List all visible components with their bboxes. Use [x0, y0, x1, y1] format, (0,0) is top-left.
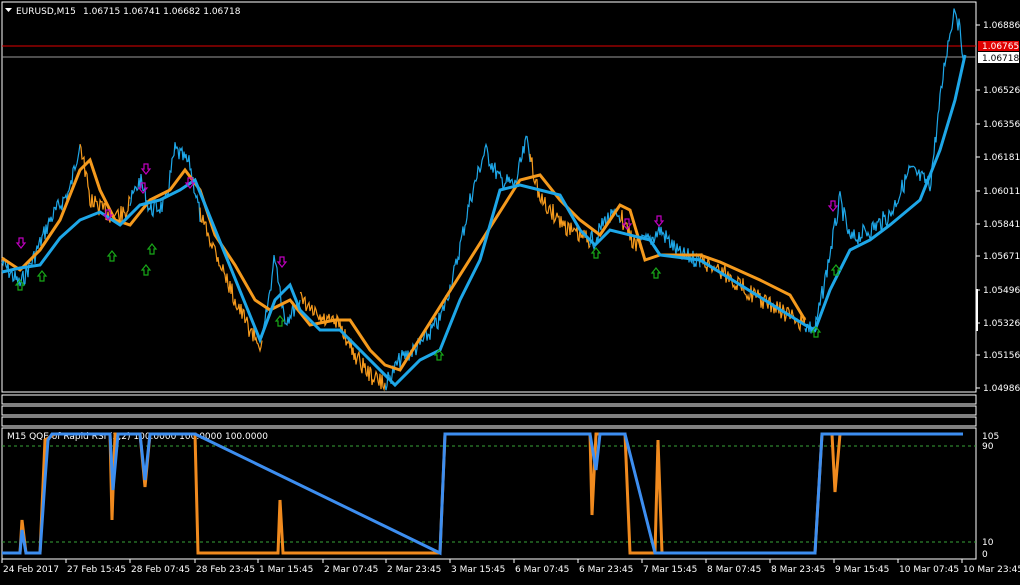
symbol-label: EURUSD,M15: [16, 7, 76, 17]
time-axis-label: 28 Feb 23:45: [196, 565, 255, 575]
price-axis: 1.06886 1.06526 1.06356 1.06181 1.06011 1.058…: [976, 21, 1020, 394]
scroll-marker[interactable]: [976, 289, 978, 331]
empty-subwindow-2: [1, 405, 977, 416]
price-axis-label: 1.05496: [983, 286, 1020, 296]
sell-arrow-icon: [276, 256, 288, 268]
sell-arrow-icon: [827, 200, 839, 212]
time-axis-label: 7 Mar 15:45: [643, 565, 697, 575]
price-axis-label: 1.05841: [983, 220, 1020, 230]
indicator-level-label: 10: [982, 538, 994, 548]
red-price-label: 1.06765: [982, 42, 1019, 52]
sell-arrow-icon: [653, 215, 665, 227]
buy-arrow-icon: [140, 264, 152, 276]
price-axis-label: 1.04986: [983, 384, 1020, 394]
time-axis-label: 3 Mar 15:45: [451, 565, 505, 575]
smoothed-line-orange: [1, 157, 807, 372]
qqe-line-blue: [2, 432, 963, 556]
price-series-bull: [1, 8, 964, 391]
time-axis-label: 2 Mar 23:45: [387, 565, 441, 575]
time-axis-label: 1 Mar 15:45: [259, 565, 313, 575]
price-axis-label: 1.06526: [983, 86, 1020, 96]
sell-arrow-icon: [15, 237, 27, 249]
time-axis: 24 Feb 2017 27 Feb 15:45 28 Feb 07:45 28 Fe…: [1, 559, 1020, 575]
time-axis-label: 2 Mar 07:45: [324, 565, 378, 575]
time-axis-label: 8 Mar 23:45: [771, 565, 825, 575]
buy-arrow-icon: [590, 247, 602, 259]
time-axis-label: 10 Mar 23:45: [963, 565, 1020, 575]
price-axis-label: 1.06011: [983, 187, 1020, 197]
time-axis-label: 6 Mar 23:45: [579, 565, 633, 575]
price-axis-label: 1.06181: [983, 153, 1020, 163]
price-axis-label: 1.05326: [983, 319, 1020, 329]
buy-arrow-icon: [36, 270, 48, 282]
price-axis-label: 1.05671: [983, 252, 1020, 262]
ohlc-values: 1.06715 1.06741 1.06682 1.06718: [83, 7, 241, 17]
indicator-axis: 10590 10 0: [982, 432, 999, 560]
buy-arrow-icon: [274, 315, 286, 327]
buy-arrow-icon: [650, 267, 662, 279]
qqe-line-orange: [2, 432, 842, 555]
bid-price-label: 1.06718: [982, 54, 1019, 64]
time-axis-label: 24 Feb 2017: [3, 565, 59, 575]
collapse-triangle-icon[interactable]: [5, 8, 12, 12]
indicator-level-label: 105: [982, 432, 999, 442]
time-axis-label: 9 Mar 15:45: [835, 565, 889, 575]
empty-subwindow-1: [1, 394, 977, 405]
time-axis-label: 28 Feb 07:45: [131, 565, 190, 575]
sell-arrow-icon: [140, 163, 152, 175]
time-axis-label: 8 Mar 07:45: [707, 565, 761, 575]
chart-window[interactable]: EURUSD,M15 1.06715 1.06741 1.06682 1.067…: [0, 0, 1020, 581]
buy-arrow-icon: [106, 250, 118, 262]
time-axis-label: 6 Mar 07:45: [515, 565, 569, 575]
indicator-level-label: 90: [982, 442, 994, 452]
time-axis-label: 27 Feb 15:45: [67, 565, 126, 575]
buy-arrow-icon: [146, 243, 158, 255]
price-axis-label: 1.06886: [983, 21, 1020, 31]
price-axis-label: 1.06356: [983, 120, 1020, 130]
smoothed-line-blue: [1, 54, 967, 388]
main-chart-frame: [1, 1, 977, 393]
time-axis-label: 10 Mar 07:45: [899, 565, 959, 575]
indicator-level-label: 0: [982, 550, 988, 560]
empty-subwindow-3: [1, 416, 977, 427]
price-axis-label: 1.05156: [983, 351, 1020, 361]
